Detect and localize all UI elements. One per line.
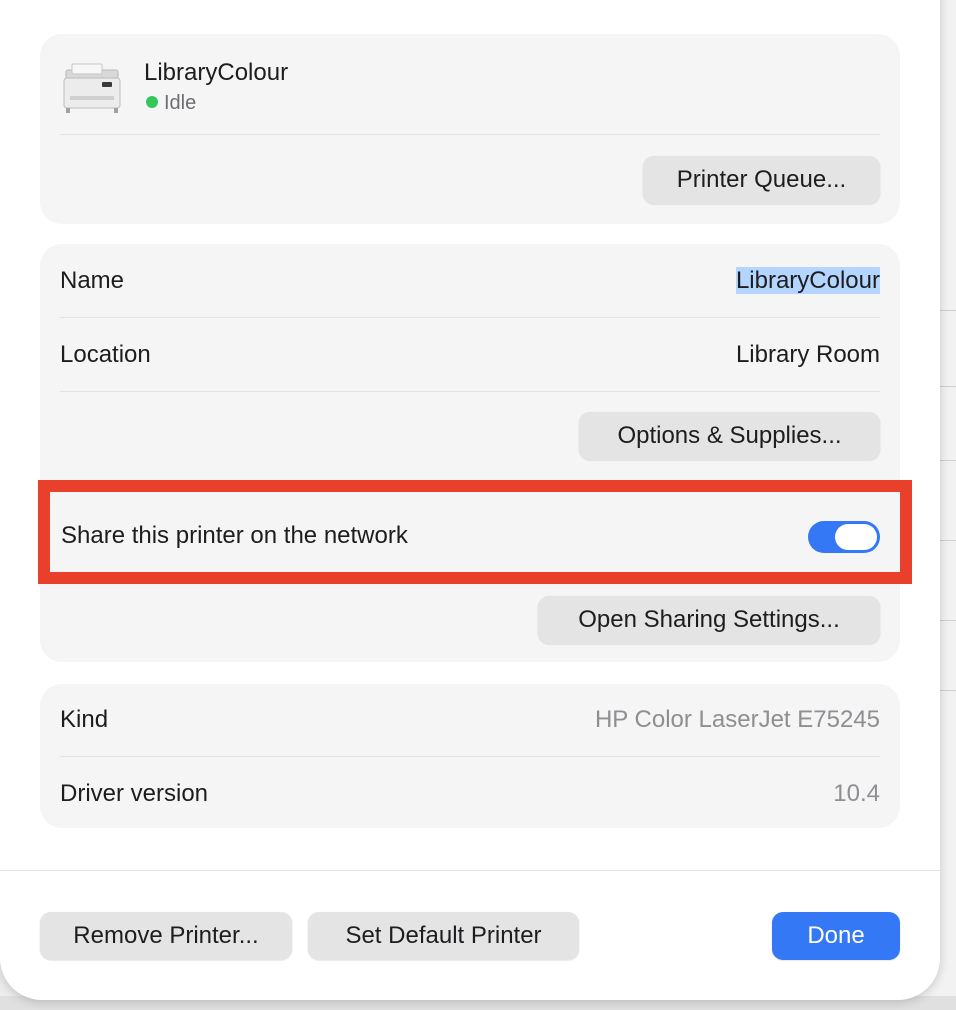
footer-divider: [0, 870, 940, 871]
share-printer-label: Share this printer on the network: [61, 522, 408, 549]
printer-info-card: Kind HP Color LaserJet E75245 Driver ver…: [40, 684, 900, 828]
header-divider: [60, 134, 880, 135]
name-value: LibraryColour: [735, 267, 880, 294]
location-divider: [60, 391, 880, 392]
location-label: Location: [60, 341, 151, 368]
driver-version-value: 10.4: [833, 780, 880, 807]
share-printer-row-highlight: Share this printer on the network: [38, 480, 912, 584]
printer-details-card: Name LibraryColour Location Library Room…: [40, 244, 900, 662]
location-value[interactable]: Library Room: [736, 341, 880, 369]
printer-status: Idle: [146, 89, 196, 117]
name-field[interactable]: LibraryColour: [735, 267, 880, 295]
printer-name: LibraryColour: [144, 59, 289, 86]
set-default-printer-button[interactable]: Set Default Printer: [308, 912, 579, 960]
printer-status-text: Idle: [164, 92, 197, 114]
driver-version-label: Driver version: [60, 780, 209, 807]
toggle-knob: [835, 524, 877, 550]
kind-label: Kind: [60, 706, 109, 733]
printer-queue-button[interactable]: Printer Queue...: [643, 156, 880, 204]
share-printer-toggle[interactable]: [808, 521, 880, 553]
name-divider: [60, 317, 880, 318]
name-label: Name: [60, 267, 125, 294]
kind-value: HP Color LaserJet E75245: [594, 706, 880, 733]
open-sharing-settings-button[interactable]: Open Sharing Settings...: [538, 596, 880, 644]
printer-icon: [60, 60, 124, 118]
options-supplies-button[interactable]: Options & Supplies...: [579, 412, 880, 460]
remove-printer-button[interactable]: Remove Printer...: [40, 912, 292, 960]
printer-header-card: LibraryColour Idle Printer Queue...: [40, 34, 900, 224]
done-button[interactable]: Done: [772, 912, 900, 960]
kind-divider: [60, 756, 880, 757]
status-dot-icon: [146, 96, 158, 108]
